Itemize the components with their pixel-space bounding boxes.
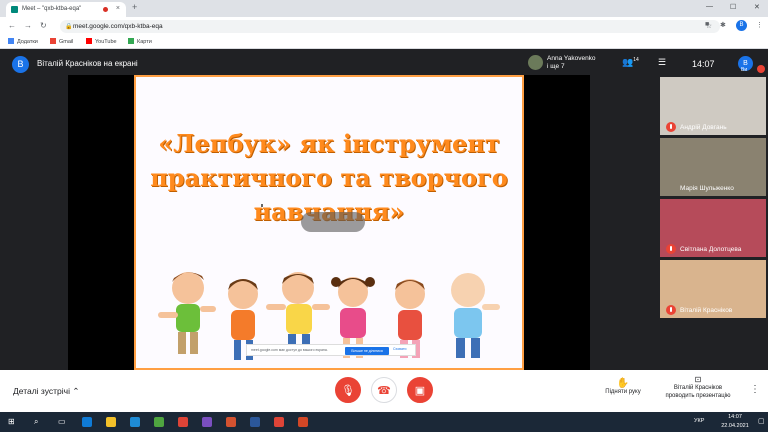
meet-call-area: B Віталій Красніков на екрані Anna Yakov… <box>0 50 768 370</box>
camera-off-icon: ▣ <box>414 385 426 397</box>
mic-toggle-button[interactable]: 🎙 <box>335 377 361 403</box>
slide-controls[interactable] <box>301 212 365 232</box>
self-label: Ви <box>741 67 748 73</box>
camera-toggle-button[interactable]: ▣ <box>407 377 433 403</box>
bookmark-apps[interactable]: Додатки <box>8 38 38 45</box>
participant-name: Андрій Довгань <box>680 124 727 131</box>
browser-profile-avatar[interactable]: B <box>736 20 747 31</box>
lock-icon: 🔒 <box>65 24 73 30</box>
gmail-icon <box>50 38 56 44</box>
mic-off-icon <box>666 305 676 315</box>
bookmarks-bar: Додатки Gmail YouTube Карти <box>0 35 768 49</box>
hang-up-icon: ☎ <box>377 385 391 397</box>
participant-tile[interactable]: Світлана Долотцева <box>660 199 766 257</box>
window-close-button[interactable]: ✕ <box>754 3 760 11</box>
browser-tab-bar: Meet – "qxb-ktba-eqa" × + — ☐ ✕ <box>0 0 768 17</box>
people-icon[interactable]: 👥14 <box>622 57 639 68</box>
camera-indicator-icon[interactable]: ■ <box>705 21 709 28</box>
hide-notice-button[interactable]: Сховати <box>393 347 406 351</box>
share-notice-text: meet.google.com має доступ до вашого екр… <box>251 348 328 352</box>
presentation-slide: «Лепбук» як інструмент практичного та тв… <box>134 75 524 370</box>
chrome-icon[interactable] <box>274 417 284 427</box>
recording-dot-icon <box>103 7 108 12</box>
windows-taskbar: ⊞ ⌕ ▭ УКР 14:07 22.04.2021 ▢ <box>0 412 768 432</box>
presentation-app-icon[interactable] <box>298 417 308 427</box>
stop-sharing-button[interactable]: Більше не ділитися <box>345 347 389 355</box>
hand-icon: ✋ <box>616 378 630 389</box>
presentation-stage: «Лепбук» як інструмент практичного та тв… <box>68 75 590 370</box>
joiner-notice: Anna Yakovenko і ще 7 <box>547 55 596 70</box>
more-options-icon[interactable]: ⋮ <box>750 384 760 395</box>
chevron-up-icon: ⌃ <box>72 386 80 396</box>
mic-off-icon: 🎙 <box>341 385 355 397</box>
chat-icon[interactable]: ☰ <box>658 57 666 68</box>
tab-close-button[interactable]: × <box>116 5 120 12</box>
participant-tile[interactable]: Віталій Красніков <box>660 260 766 318</box>
participant-tile[interactable]: Марія Шульженко <box>660 138 766 196</box>
bookmark-maps[interactable]: Карти <box>128 38 152 45</box>
notifications-icon[interactable]: ▢ <box>758 417 765 425</box>
bookmark-gmail[interactable]: Gmail <box>50 38 73 45</box>
joiner-avatar <box>528 55 543 70</box>
back-arrow-icon[interactable]: ← <box>8 21 16 30</box>
mouse-cursor <box>261 204 263 207</box>
participant-name: Марія Шульженко <box>680 185 734 192</box>
browser-tab[interactable]: Meet – "qxb-ktba-eqa" × <box>6 2 126 17</box>
mic-off-icon <box>757 65 765 73</box>
keyboard-language[interactable]: УКР <box>694 418 704 424</box>
taskbar-time: 14:07 <box>728 414 742 420</box>
present-screen-icon: ⊡ <box>694 375 702 384</box>
address-bar[interactable]: 🔒 meet.google.com/qxb-ktba-eqa ☆ <box>60 20 720 33</box>
url-text: meet.google.com/qxb-ktba-eqa <box>73 23 163 30</box>
minimize-button[interactable]: — <box>706 3 713 10</box>
mic-off-icon <box>666 244 676 254</box>
viber-icon[interactable] <box>202 417 212 427</box>
file-explorer-icon[interactable] <box>106 417 116 427</box>
meet-favicon-icon <box>11 6 18 13</box>
store-icon[interactable] <box>154 417 164 427</box>
edge-icon[interactable] <box>82 417 92 427</box>
bookmark-youtube[interactable]: YouTube <box>86 38 117 45</box>
participant-name: Віталій Красніков <box>680 307 733 314</box>
extensions-icon[interactable]: ✱ <box>720 21 726 29</box>
presenter-avatar: B <box>12 56 29 73</box>
powerpoint-icon[interactable] <box>226 417 236 427</box>
participant-name: Світлана Долотцева <box>680 246 742 253</box>
word-icon[interactable] <box>250 417 260 427</box>
taskbar-date: 22.04.2021 <box>721 423 749 429</box>
reload-icon[interactable]: ↻ <box>40 21 47 30</box>
raise-hand-button[interactable]: ✋ Підняти руку <box>596 378 650 395</box>
task-view-icon[interactable]: ▭ <box>58 417 66 426</box>
apps-grid-icon <box>8 38 14 44</box>
meeting-details-button[interactable]: Деталі зустрічі ⌃ <box>13 386 79 397</box>
menu-dots-icon[interactable]: ⋮ <box>756 21 763 29</box>
forward-arrow-icon[interactable]: → <box>24 21 32 30</box>
address-toolbar: ← → ↻ 🔒 meet.google.com/qxb-ktba-eqa ☆ ■… <box>0 17 768 35</box>
chrome-icon[interactable] <box>178 417 188 427</box>
maps-icon <box>128 38 134 44</box>
presenting-status-button[interactable]: ⊡ Віталій Красніков проводить презентаці… <box>662 376 734 400</box>
meeting-controls-bar: Деталі зустрічі ⌃ 🎙 ☎ ▣ ✋ Підняти руку ⊡… <box>0 370 768 412</box>
windows-start-icon[interactable]: ⊞ <box>8 417 15 426</box>
maximize-button[interactable]: ☐ <box>730 3 736 11</box>
youtube-icon <box>86 38 92 44</box>
new-tab-button[interactable]: + <box>132 2 137 12</box>
mail-icon[interactable] <box>130 417 140 427</box>
tab-title: Meet – "qxb-ktba-eqa" <box>22 6 82 12</box>
participant-tile[interactable]: Андрій Довгань <box>660 77 766 135</box>
leave-call-button[interactable]: ☎ <box>371 377 397 403</box>
screen-share-notice: meet.google.com має доступ до вашого екр… <box>246 344 416 356</box>
presentation-title: Віталій Красніков на екрані <box>37 59 138 68</box>
mic-off-icon <box>666 122 676 132</box>
meeting-clock: 14:07 <box>692 59 715 69</box>
search-icon[interactable]: ⌕ <box>34 417 38 427</box>
